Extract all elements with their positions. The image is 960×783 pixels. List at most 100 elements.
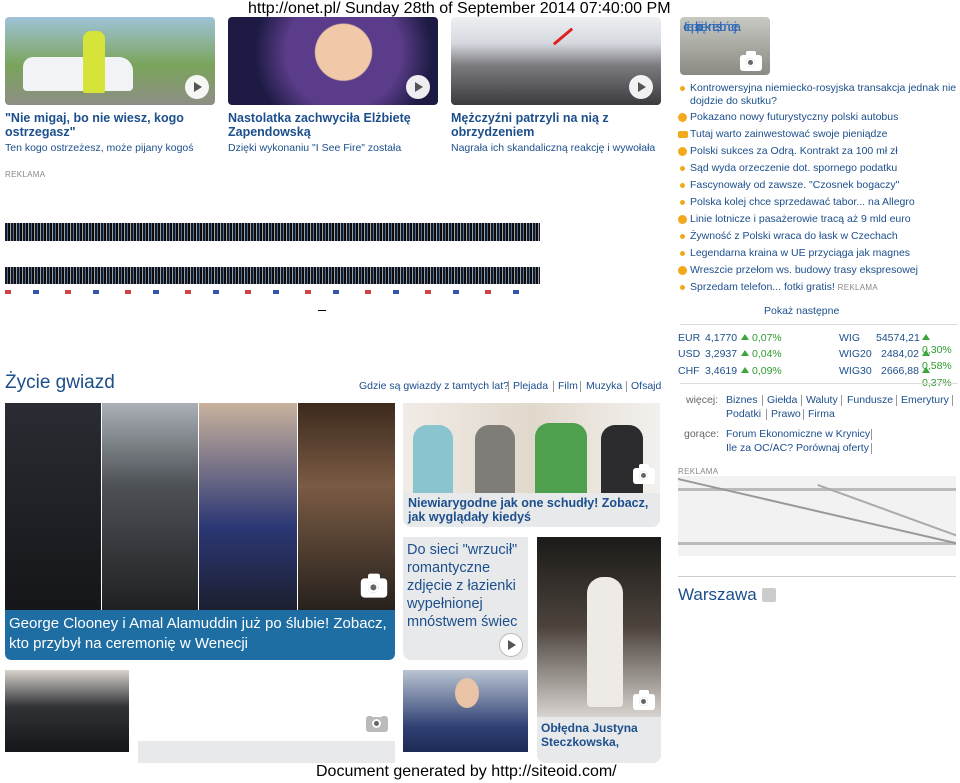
ad-banner-glitch-1 xyxy=(5,223,540,241)
news-item-3[interactable]: Tutaj warto zainwestować swoje pieniądze xyxy=(690,128,887,141)
separator xyxy=(553,381,554,392)
index-name-wig30[interactable]: WIG30 xyxy=(839,365,872,377)
separator xyxy=(762,395,763,406)
justyna-caption[interactable]: Obłędna Justyna Steczkowska, xyxy=(541,721,659,749)
bath-card[interactable]: Do sieci "wrzucił" romantyczne zdjęcie z… xyxy=(403,537,528,660)
demi-photo[interactable] xyxy=(5,670,129,752)
teaser-garbled-title[interactable]: I ciepło i pięknie, słońce ja xyxy=(684,17,790,37)
story-image-police[interactable] xyxy=(5,17,215,105)
news-item-6[interactable]: Fascynowały od zawsze. "Czosnek bogaczy" xyxy=(690,179,899,192)
up-arrow-icon xyxy=(741,367,749,373)
news-item-12[interactable]: Sprzedam telefon... fotki gratis! REKLAM… xyxy=(690,281,878,294)
separator xyxy=(508,381,509,392)
news-bullet xyxy=(680,200,685,205)
currency-name-eur[interactable]: EUR xyxy=(678,332,700,344)
index-change-wig30: 0,37% xyxy=(922,365,960,389)
ad-banner-dashes xyxy=(5,290,540,294)
justyna-caption-box[interactable]: Obłędna Justyna Steczkowska, xyxy=(537,717,661,763)
bottom-gray-strip xyxy=(138,741,395,763)
justyna-photo[interactable] xyxy=(403,670,528,752)
more-link-gielda[interactable]: Giełda xyxy=(767,394,797,406)
news-item-1[interactable]: Kontrowersyjna niemiecko-rosyjska transa… xyxy=(690,82,958,108)
more-link-prawo[interactable]: Prawo xyxy=(771,408,801,420)
section-title[interactable]: Życie gwiazd xyxy=(5,372,115,394)
ad-label: REKLAMA xyxy=(5,170,46,179)
hot-link-oc-ac[interactable]: Ile za OC/AC? Porównaj oferty xyxy=(726,442,869,454)
currency-value-eur: 4,1770 xyxy=(705,332,738,344)
index-value-wig30: 2666,88 xyxy=(881,365,919,377)
celeb-nav-ofsajd[interactable]: Ofsajd xyxy=(631,380,661,392)
celeb-main-card[interactable]: George Clooney i Amal Alamuddin już po ś… xyxy=(5,403,395,660)
play-icon[interactable] xyxy=(629,75,653,99)
celeb-photo-3 xyxy=(199,403,297,610)
play-icon[interactable] xyxy=(406,75,430,99)
more-link-biznes[interactable]: Biznes xyxy=(726,394,758,406)
news-bullet xyxy=(680,234,685,239)
camera-icon xyxy=(633,690,655,710)
news-item-10[interactable]: Legendarna kraina w UE przyciąga jak mag… xyxy=(690,247,910,260)
currency-change-chf: 0,09% xyxy=(741,365,782,377)
currency-change-eur: 0,07% xyxy=(741,332,782,344)
play-icon xyxy=(678,215,687,224)
celeb-nav-gdzie[interactable]: Gdzie są gwiazdy z tamtych lat? xyxy=(359,380,509,392)
more-link-podatki[interactable]: Podatki xyxy=(726,408,761,420)
currency-value-usd: 3,2937 xyxy=(705,348,738,360)
bath-caption[interactable]: Do sieci "wrzucił" romantyczne zdjęcie z… xyxy=(407,541,527,631)
currency-name-usd[interactable]: USD xyxy=(678,348,700,360)
up-arrow-icon xyxy=(922,367,930,373)
story-lead-1[interactable]: Ten kogo ostrzeżesz, może pijany kogoś xyxy=(5,142,215,155)
story-lead-2[interactable]: Dzięki wykonaniu "I See Fire" została xyxy=(228,142,438,155)
news-item-9[interactable]: Żywność z Polski wraca do łask w Czechac… xyxy=(690,230,898,243)
separator xyxy=(626,381,627,392)
women-photo-strip[interactable] xyxy=(403,403,660,493)
celeb-nav-plejada[interactable]: Plejada xyxy=(513,380,548,392)
news-ad-label: REKLAMA xyxy=(837,283,878,292)
more-link-firma[interactable]: Firma xyxy=(808,408,835,420)
divider xyxy=(680,324,958,325)
hot-label: gorące: xyxy=(684,428,720,440)
city-title[interactable]: Warszawa xyxy=(678,585,776,605)
up-arrow-icon xyxy=(741,350,749,356)
news-item-5[interactable]: Sąd wyda orzeczenie dot. spornego podatk… xyxy=(690,162,897,175)
index-name-wig[interactable]: WIG xyxy=(839,332,860,344)
currency-name-chf[interactable]: CHF xyxy=(678,365,700,377)
women-caption-box[interactable]: Niewiarygodne jak one schudły! Zobacz, j… xyxy=(403,493,660,527)
news-item-7[interactable]: Polska kolej chce sprzedawać tabor... na… xyxy=(690,196,915,209)
news-item-2[interactable]: Pokazano nowy futurystyczny polski autob… xyxy=(690,111,898,124)
celeb-nav-film[interactable]: Film xyxy=(558,380,578,392)
right-ad-banner[interactable] xyxy=(678,476,956,556)
play-icon[interactable] xyxy=(499,633,523,657)
news-bullet xyxy=(680,183,685,188)
celeb-nav-muzyka[interactable]: Muzyka xyxy=(586,380,622,392)
change-value: 0,07% xyxy=(752,332,782,344)
more-link-emerytury[interactable]: Emerytury xyxy=(901,394,949,406)
story-title-2[interactable]: Nastolatka zachwyciła Elżbietę Zapendows… xyxy=(228,111,438,139)
index-name-wig20[interactable]: WIG20 xyxy=(839,348,872,360)
celeb-main-caption[interactable]: George Clooney i Amal Alamuddin już po ś… xyxy=(5,610,395,660)
news-item-12-text[interactable]: Sprzedam telefon... fotki gratis! xyxy=(690,281,835,293)
more-link-waluty[interactable]: Waluty xyxy=(806,394,838,406)
story-lead-3[interactable]: Nagrała ich skandaliczną reakcję i wywoł… xyxy=(451,142,661,155)
bottom-placeholder xyxy=(138,670,395,740)
play-icon[interactable] xyxy=(185,75,209,99)
hot-link-krynica[interactable]: Forum Ekonomiczne w Krynicy xyxy=(726,428,870,440)
news-bullet xyxy=(680,285,685,290)
police-car-shape xyxy=(23,57,133,91)
story-image-men[interactable] xyxy=(451,17,661,105)
news-item-11[interactable]: Wreszcie przełom ws. budowy trasy ekspre… xyxy=(690,264,918,277)
right-ad-label: REKLAMA xyxy=(678,467,719,476)
camera-icon xyxy=(740,51,762,71)
news-bullet xyxy=(680,251,685,256)
story-image-singer[interactable] xyxy=(228,17,438,105)
show-more-button[interactable]: Pokaż następne xyxy=(764,305,839,317)
city-name[interactable]: Warszawa xyxy=(678,585,757,604)
story-title-1[interactable]: "Nie migaj, bo nie wiesz, kogo ostrzegas… xyxy=(5,111,210,139)
news-item-8[interactable]: Linie lotnicze i pasażerowie tracą aż 9 … xyxy=(690,213,911,226)
women-caption[interactable]: Niewiarygodne jak one schudły! Zobacz, j… xyxy=(408,496,656,524)
story-title-3[interactable]: Mężczyźni patrzyli na nią z obrzydzeniem xyxy=(451,111,661,139)
play-icon[interactable] xyxy=(762,588,776,602)
more-link-fundusze[interactable]: Fundusze xyxy=(847,394,893,406)
singer-photo[interactable] xyxy=(537,537,661,717)
generated-footer: Document generated by http://siteoid.com… xyxy=(316,763,617,780)
news-item-4[interactable]: Polski sukces za Odrą. Kontrakt za 100 m… xyxy=(690,145,898,158)
